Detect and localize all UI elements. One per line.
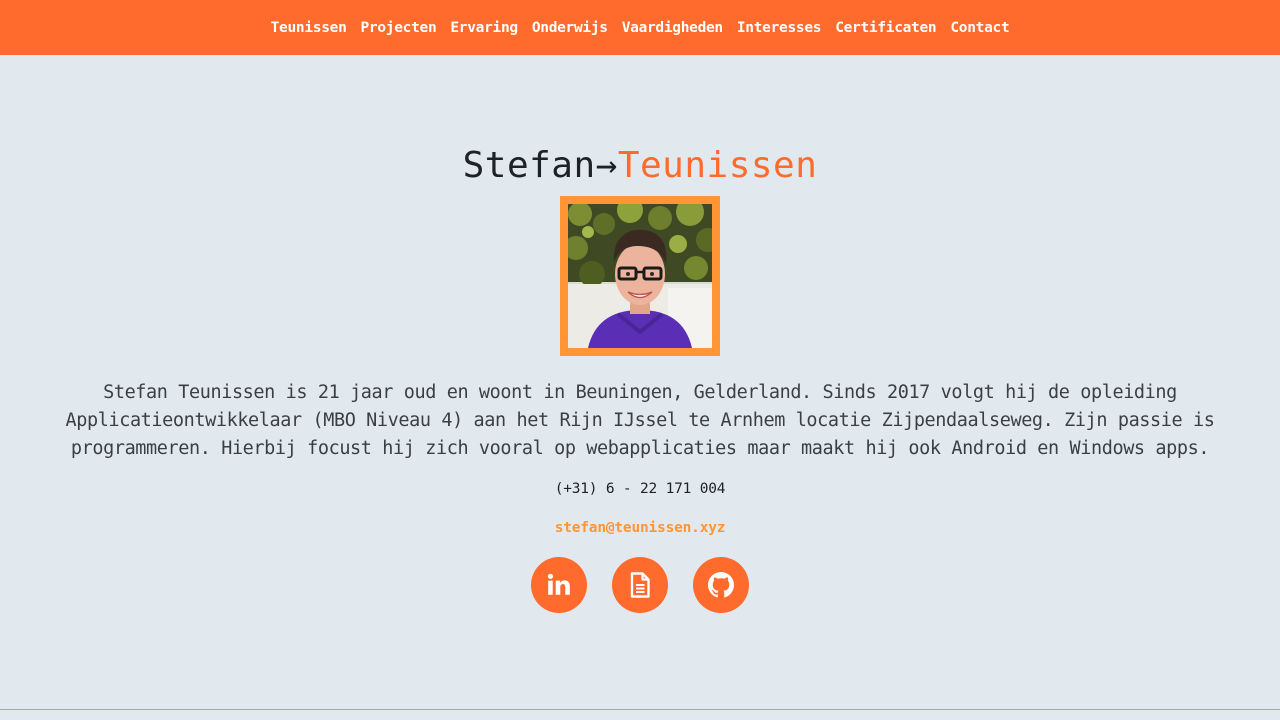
- profile-photo-image: [568, 204, 712, 348]
- linkedin-icon: [547, 573, 570, 595]
- top-navigation: Teunissen Projecten Ervaring Onderwijs V…: [0, 0, 1280, 55]
- bio-text: Stefan Teunissen is 21 jaar oud en woont…: [65, 382, 1215, 459]
- footer-divider: [0, 709, 1280, 710]
- github-icon: [708, 572, 734, 598]
- nav-link-contact[interactable]: Contact: [950, 20, 1009, 36]
- email-link[interactable]: stefan@teunissen.xyz: [0, 520, 1280, 536]
- github-button[interactable]: [693, 557, 749, 613]
- arrow-glyph: →: [595, 145, 618, 186]
- nav-link-onderwijs[interactable]: Onderwijs: [532, 20, 608, 36]
- first-name: Stefan: [462, 145, 596, 186]
- nav-link-vaardigheden[interactable]: Vaardigheden: [622, 20, 723, 36]
- nav-link-ervaring[interactable]: Ervaring: [450, 20, 518, 36]
- nav-link-projecten[interactable]: Projecten: [361, 20, 437, 36]
- nav-link-interesses[interactable]: Interesses: [737, 20, 822, 36]
- linkedin-button[interactable]: [531, 557, 587, 613]
- phone-number: (+31) 6 - 22 171 004: [554, 481, 726, 497]
- social-links: [0, 557, 1280, 613]
- nav-link-teunissen[interactable]: Teunissen: [271, 20, 347, 36]
- document-icon: [630, 572, 650, 598]
- page-title: Stefan→Teunissen: [0, 142, 1280, 190]
- profile-photo: [560, 196, 720, 356]
- nav-link-certificaten[interactable]: Certificaten: [835, 20, 936, 36]
- resume-button[interactable]: [612, 557, 668, 613]
- last-name: Teunissen: [617, 145, 818, 186]
